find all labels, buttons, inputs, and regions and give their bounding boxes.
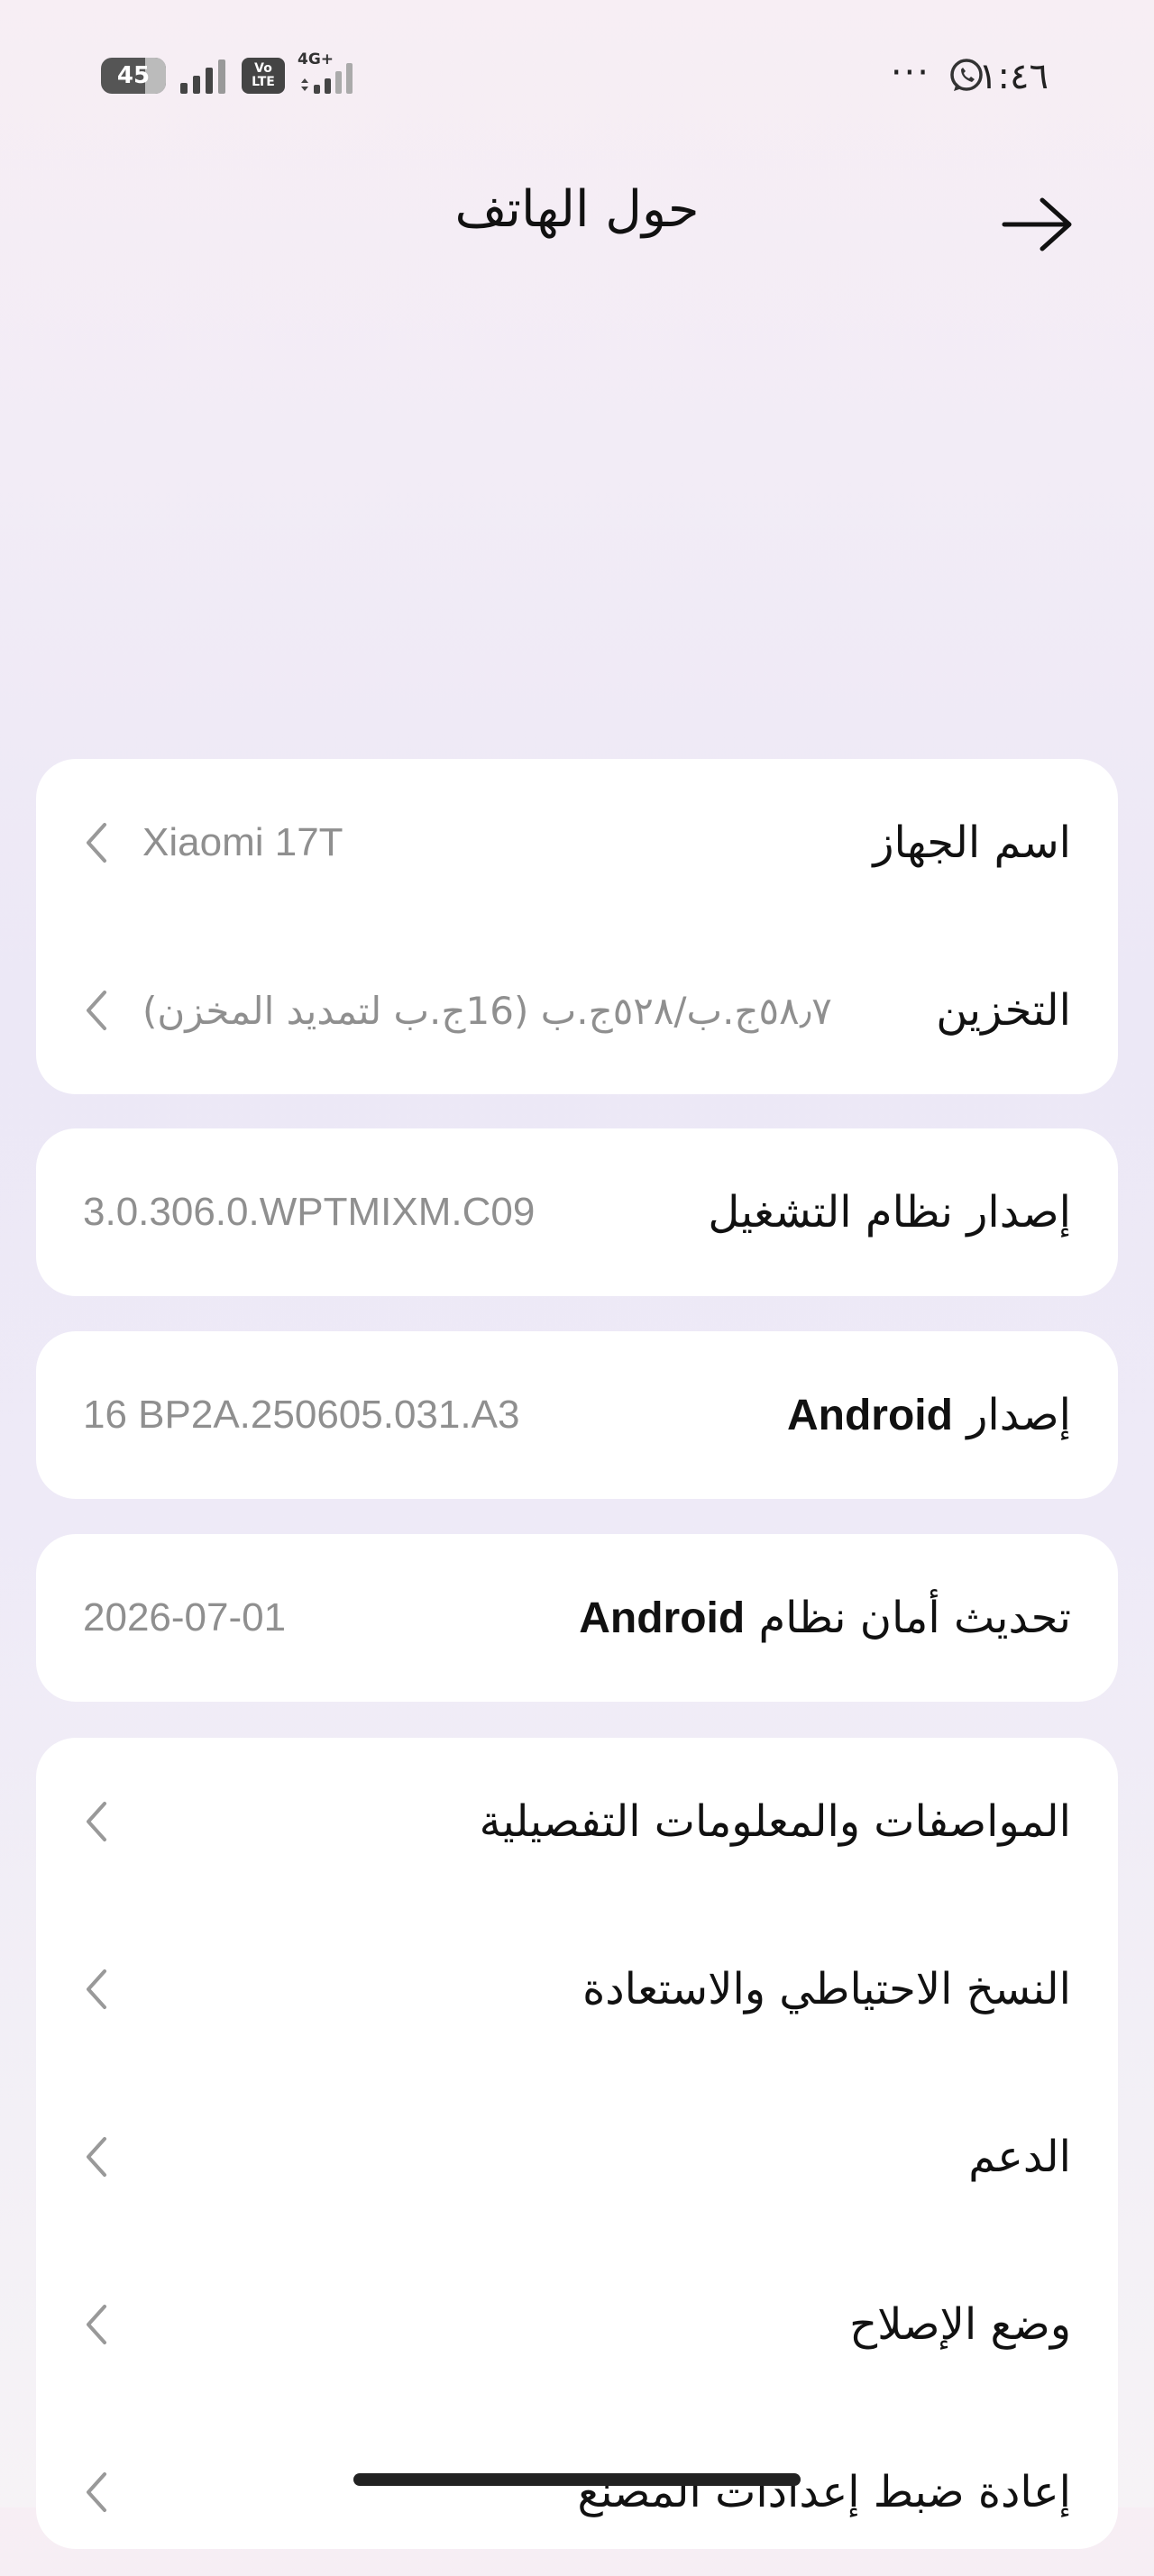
device-info-card: اسم الجهاز Xiaomi 17T التخزين ٥٨٫٧ج.ب/٥٢… bbox=[36, 759, 1118, 1094]
security-update-label: تحديث أمان نظام Android bbox=[579, 1593, 1071, 1643]
volte-label-bottom: LTE bbox=[252, 75, 275, 89]
security-update-value: 2026-07-01 bbox=[83, 1595, 287, 1640]
page-title: حول الهاتف bbox=[454, 180, 700, 239]
device-name-row[interactable]: اسم الجهاز Xiaomi 17T bbox=[36, 759, 1118, 927]
android-version-label: إصدار Android bbox=[787, 1390, 1071, 1440]
settings-menu-card: المواصفات والمعلومات التفصيلية النسخ الا… bbox=[36, 1738, 1118, 2549]
menu-item-label: وضع الإصلاح bbox=[849, 2299, 1071, 2350]
menu-item-repair-mode[interactable]: وضع الإصلاح bbox=[36, 2241, 1118, 2408]
menu-item-specifications[interactable]: المواصفات والمعلومات التفصيلية bbox=[36, 1738, 1118, 1905]
android-brand-label: Android bbox=[786, 1392, 953, 1439]
android-version-label-prefix: إصدار bbox=[966, 1390, 1071, 1440]
chevron-left-icon bbox=[87, 991, 106, 1030]
chevron-left-icon bbox=[87, 2137, 106, 2177]
status-bar: 45 Vo LTE 4G+ ··· ١:٤٦ bbox=[0, 0, 1154, 153]
storage-row[interactable]: التخزين ٥٨٫٧ج.ب/٥٢٨ج.ب (16ج.ب لتمديد الم… bbox=[36, 927, 1118, 1094]
menu-item-label: النسخ الاحتياطي والاستعادة bbox=[582, 1964, 1071, 2014]
status-icons-left: 45 Vo LTE 4G+ bbox=[101, 50, 364, 96]
device-name-value-group: Xiaomi 17T bbox=[83, 820, 343, 865]
chevron-left-icon bbox=[87, 2305, 106, 2344]
os-version-card[interactable]: إصدار نظام التشغيل 3.0.306.0.WPTMIXM.C09 bbox=[36, 1128, 1118, 1296]
home-indicator[interactable] bbox=[353, 2473, 801, 2486]
os-version-row[interactable]: إصدار نظام التشغيل 3.0.306.0.WPTMIXM.C09 bbox=[36, 1128, 1118, 1296]
chevron-left-icon bbox=[87, 1802, 106, 1841]
chevron-left-icon bbox=[87, 1969, 106, 2009]
status-time: ١:٤٦ bbox=[978, 56, 1049, 97]
security-update-card[interactable]: تحديث أمان نظام Android 2026-07-01 bbox=[36, 1534, 1118, 1702]
battery-level: 45 bbox=[116, 62, 151, 89]
os-version-label: إصدار نظام التشغيل bbox=[708, 1187, 1071, 1238]
menu-item-backup-restore[interactable]: النسخ الاحتياطي والاستعادة bbox=[36, 1905, 1118, 2073]
android-version-card[interactable]: إصدار Android 16 BP2A.250605.031.A3 bbox=[36, 1331, 1118, 1499]
volte-label-top: Vo bbox=[254, 61, 272, 76]
chevron-left-icon bbox=[87, 823, 106, 863]
storage-label: التخزين bbox=[936, 985, 1071, 1036]
mobile-data-4g-icon: 4G+ bbox=[298, 50, 364, 96]
device-name-label: اسم الجهاز bbox=[873, 818, 1071, 868]
menu-item-label: الدعم bbox=[968, 2132, 1071, 2182]
signal-strength-icon bbox=[180, 59, 225, 94]
security-update-label-prefix: تحديث أمان نظام bbox=[758, 1593, 1071, 1643]
menu-item-factory-reset[interactable]: إعادة ضبط إعدادات المصنع bbox=[36, 2408, 1118, 2576]
menu-item-label: المواصفات والمعلومات التفصيلية bbox=[479, 1796, 1071, 1847]
back-arrow-icon[interactable] bbox=[999, 193, 1075, 256]
android-version-row[interactable]: إصدار Android 16 BP2A.250605.031.A3 bbox=[36, 1331, 1118, 1499]
menu-item-support[interactable]: الدعم bbox=[36, 2073, 1118, 2241]
storage-value-group: ٥٨٫٧ج.ب/٥٢٨ج.ب (16ج.ب لتمديد المخزن) bbox=[83, 988, 832, 1033]
security-update-row[interactable]: تحديث أمان نظام Android 2026-07-01 bbox=[36, 1534, 1118, 1702]
chevron-left-icon bbox=[87, 2472, 106, 2512]
device-name-value: Xiaomi 17T bbox=[142, 820, 343, 864]
android-brand-label: Android bbox=[579, 1594, 746, 1642]
more-notifications-icon: ··· bbox=[890, 52, 930, 94]
os-version-value: 3.0.306.0.WPTMIXM.C09 bbox=[83, 1190, 536, 1234]
android-version-value: 16 BP2A.250605.031.A3 bbox=[83, 1393, 520, 1437]
battery-icon: 45 bbox=[101, 58, 166, 94]
volte-icon: Vo LTE bbox=[242, 58, 285, 94]
storage-value: ٥٨٫٧ج.ب/٥٢٨ج.ب (16ج.ب لتمديد المخزن) bbox=[142, 988, 832, 1033]
